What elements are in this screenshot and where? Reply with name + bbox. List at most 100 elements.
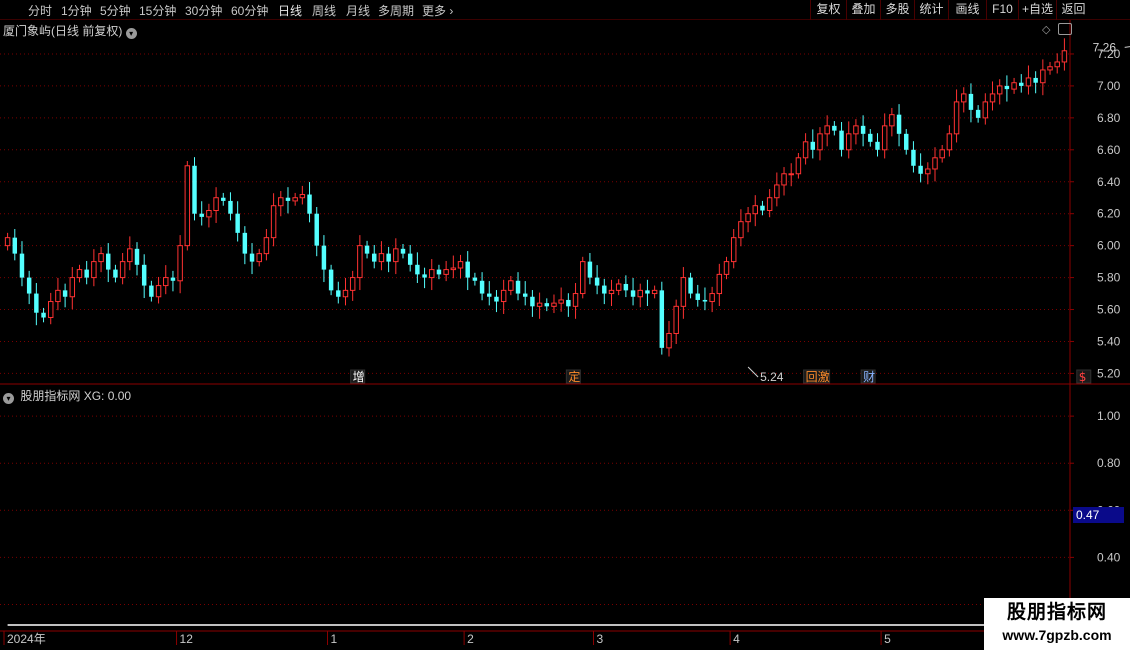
candle-body xyxy=(738,221,744,239)
candle-body xyxy=(76,269,83,279)
candle-body xyxy=(407,253,413,265)
candle-body xyxy=(896,114,902,134)
date-tick-label: 3 xyxy=(597,632,604,646)
candle-body xyxy=(263,237,270,255)
candle-body xyxy=(745,213,751,223)
candle-body xyxy=(536,302,543,307)
panel-toggle-icon[interactable] xyxy=(1058,23,1072,35)
candle-body xyxy=(810,141,816,150)
candle-body xyxy=(192,165,197,214)
candle-body xyxy=(113,269,118,278)
candle-body xyxy=(925,168,931,175)
candle-body xyxy=(12,237,18,254)
candle-body xyxy=(702,299,708,302)
axis-layer: 7.207.006.806.606.406.206.005.805.605.40… xyxy=(0,20,1130,650)
price-tick-label: 6.20 xyxy=(1097,207,1121,221)
candle-body xyxy=(235,213,240,233)
candle-body xyxy=(299,194,306,199)
price-tick-label: 6.40 xyxy=(1097,175,1121,189)
candle-body xyxy=(989,93,996,103)
indicator-value: XG: 0.00 xyxy=(83,389,132,403)
candle-body xyxy=(1025,77,1032,87)
candle-body xyxy=(659,290,665,348)
indicator-tick-label: 0.80 xyxy=(1097,456,1121,470)
candle-body xyxy=(904,133,909,150)
watermark-url: www.7gpzb.com xyxy=(1002,627,1112,643)
candle-body xyxy=(673,305,679,334)
candle-body xyxy=(594,277,600,286)
max-price-label: 7.26 xyxy=(1093,40,1117,54)
candle-body xyxy=(321,245,327,270)
event-marker-label: $ xyxy=(1079,370,1087,384)
candle-body xyxy=(946,133,953,151)
price-tick-label: 6.60 xyxy=(1097,143,1121,157)
candle-body xyxy=(637,289,643,298)
min-price-label: 5.24 xyxy=(760,370,784,384)
candle-body xyxy=(170,277,176,281)
candle-body xyxy=(443,269,449,275)
candle-body xyxy=(278,197,284,207)
candle-body xyxy=(163,277,169,287)
candle-body xyxy=(666,332,672,349)
candle-body xyxy=(184,165,191,247)
chevron-down-icon[interactable]: ▾ xyxy=(3,393,14,404)
candle-body xyxy=(709,293,715,303)
price-tick-label: 6.00 xyxy=(1097,239,1121,253)
candle-body xyxy=(364,245,370,254)
watermark-title: 股朋指标网 xyxy=(1006,602,1107,623)
candle-body xyxy=(953,101,960,135)
candle-body xyxy=(472,277,478,281)
candle-body xyxy=(199,213,204,217)
candle-body xyxy=(84,269,89,278)
candle-body xyxy=(788,173,794,176)
candle-body xyxy=(723,261,730,275)
candle-body xyxy=(429,269,435,279)
candle-body xyxy=(608,289,615,295)
candle-body xyxy=(228,200,233,214)
candle-body xyxy=(939,149,945,159)
candle-body xyxy=(285,197,291,201)
candle-body xyxy=(832,125,837,131)
candle-body xyxy=(127,248,133,263)
date-tick-label: 12 xyxy=(180,632,194,646)
candle-body xyxy=(774,184,780,199)
candle-body xyxy=(766,197,773,212)
candle-body xyxy=(1061,50,1068,63)
candle-body xyxy=(256,253,262,263)
min-price-pointer xyxy=(747,366,759,378)
candle-body xyxy=(932,157,938,170)
candle-body xyxy=(1019,82,1024,86)
candle-body xyxy=(91,261,97,279)
candle-body xyxy=(41,312,46,318)
candle-body xyxy=(422,274,427,278)
candle-body xyxy=(522,293,528,297)
candle-body xyxy=(795,157,802,175)
chevron-down-icon[interactable]: ▾ xyxy=(125,28,137,39)
price-tick-label: 5.40 xyxy=(1097,334,1121,348)
candle-body xyxy=(372,253,377,262)
candle-body xyxy=(1047,66,1053,71)
candle-body xyxy=(602,285,607,294)
candle-body xyxy=(1040,69,1046,84)
candle-body xyxy=(1011,82,1017,90)
candle-body xyxy=(357,245,363,279)
candle-body xyxy=(975,109,981,118)
candle-body xyxy=(853,125,859,135)
candle-body xyxy=(349,277,356,291)
indicator-name: 股朋指标网 xyxy=(20,389,81,403)
indicator-tick-label: 0.40 xyxy=(1097,550,1121,564)
candle-body xyxy=(436,269,442,275)
price-tick-label: 5.60 xyxy=(1097,303,1121,317)
candle-body xyxy=(530,296,535,307)
candle-body xyxy=(149,285,154,297)
candle-body xyxy=(752,205,758,215)
candle-body xyxy=(781,173,787,186)
candle-body xyxy=(695,293,700,300)
candle-body xyxy=(249,253,255,262)
candle-body xyxy=(918,165,923,174)
date-tick-label: 2 xyxy=(467,632,474,646)
candle-body xyxy=(4,237,11,247)
diamond-icon[interactable]: ◇ xyxy=(1042,23,1050,36)
candle-body xyxy=(213,197,219,212)
candle-body xyxy=(242,232,248,254)
